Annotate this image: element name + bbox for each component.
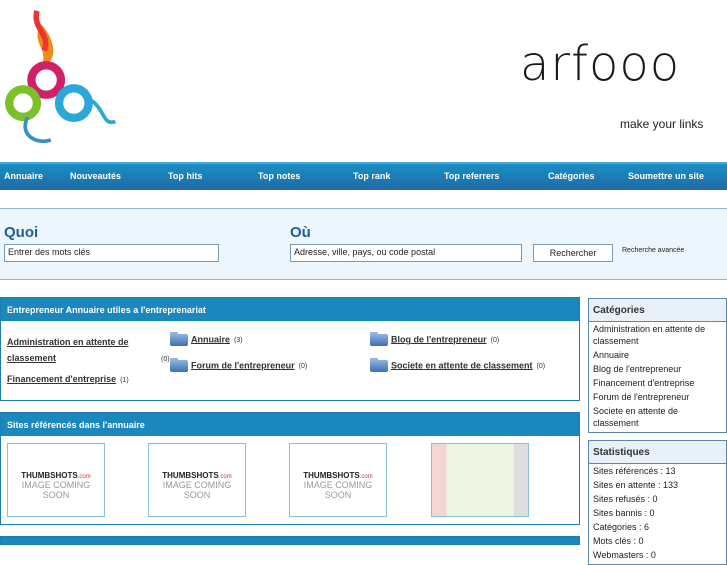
stat-item: Mots clés : 0 <box>593 536 644 546</box>
nav-top-hits[interactable]: Top hits <box>168 171 202 181</box>
nav-submit-site[interactable]: Soumettre un site <box>628 171 704 181</box>
sidebar-category-link[interactable]: Annuaire <box>589 348 726 362</box>
category-item: Financement d'entreprise (1) <box>7 374 129 384</box>
next-panel-header <box>0 536 580 545</box>
category-link[interactable]: Financement d'entreprise <box>7 374 116 384</box>
site-thumbnail[interactable]: THUMBSHOTS.com IMAGE COMING SOON <box>148 443 246 517</box>
nav-top-rank[interactable]: Top rank <box>353 171 390 181</box>
category-link[interactable]: Societe en attente de classement <box>391 360 533 370</box>
sites-panel-title: Sites référencés dans l'annuaire <box>1 413 579 436</box>
sidebar-category-link[interactable]: Financement d'entreprise <box>589 376 726 390</box>
folder-icon <box>170 332 188 346</box>
stat-item: Sites refusés : 0 <box>593 494 658 504</box>
category-link[interactable]: Administration en attente de classement <box>7 334 157 366</box>
category-item: Annuaire (3) <box>170 332 243 346</box>
location-input[interactable]: Adresse, ville, pays, ou code postal <box>290 244 522 262</box>
category-link[interactable]: Forum de l'entrepreneur <box>191 360 295 370</box>
category-link[interactable]: Blog de l'entrepreneur <box>391 334 487 344</box>
site-screenshot-thumbnail[interactable] <box>431 443 529 517</box>
brand-logo[interactable]: arfooo <box>520 40 680 88</box>
nav-top-notes[interactable]: Top notes <box>258 171 300 181</box>
categories-panel-title: Entrepreneur Annuaire utiles a l'entrepr… <box>1 298 579 321</box>
category-item: Forum de l'entrepreneur (0) <box>170 358 307 372</box>
statistics-title: Statistiques <box>589 441 726 464</box>
folder-icon <box>370 358 388 372</box>
nav-annuaire[interactable]: Annuaire <box>4 171 43 181</box>
sidebar-categories-title: Catégories <box>589 299 726 322</box>
keywords-placeholder: Entrer des mots clés <box>8 247 91 257</box>
sidebar-category-link[interactable]: Forum de l'entrepreneur <box>589 390 726 404</box>
ou-label: Où <box>290 224 311 241</box>
category-link[interactable]: Annuaire <box>191 334 230 344</box>
search-panel: Quoi Entrer des mots clés Où Adresse, vi… <box>0 208 727 280</box>
sidebar-statistics: Statistiques Sites référencés : 13 Sites… <box>588 440 727 565</box>
stat-item: Sites bannis : 0 <box>593 508 655 518</box>
category-item: Blog de l'entrepreneur (0) <box>370 332 499 346</box>
brand-tagline: make your links <box>620 117 704 131</box>
site-thumbnail[interactable]: THUMBSHOTS.com IMAGE COMING SOON <box>7 443 105 517</box>
stat-item: Sites référencés : 13 <box>593 466 676 476</box>
nav-top-referrers[interactable]: Top referrers <box>444 171 499 181</box>
folder-icon <box>370 332 388 346</box>
stat-item: Catégories : 6 <box>593 522 650 532</box>
keywords-input[interactable]: Entrer des mots clés <box>4 244 219 262</box>
site-thumbnail[interactable]: THUMBSHOTS.com IMAGE COMING SOON <box>289 443 387 517</box>
sidebar-categories: Catégories Administration en attente de … <box>588 298 727 433</box>
location-placeholder: Adresse, ville, pays, ou code postal <box>294 247 436 257</box>
sidebar-category-link[interactable]: Societe en attente de classement <box>589 404 726 430</box>
folder-icon <box>170 358 188 372</box>
search-button[interactable]: Rechercher <box>533 244 613 262</box>
category-item: Societe en attente de classement (0) <box>370 358 545 372</box>
main-nav: Annuaire Nouveautés Top hits Top notes T… <box>0 162 727 190</box>
categories-panel: Entrepreneur Annuaire utiles a l'entrepr… <box>0 297 580 401</box>
quoi-label: Quoi <box>4 224 39 241</box>
sidebar-category-link[interactable]: Administration en attente de classement <box>589 322 726 348</box>
stat-item: Sites en attente : 133 <box>593 480 679 490</box>
stat-item: Webmasters : 0 <box>593 550 656 560</box>
sidebar-category-link[interactable]: Blog de l'entrepreneur <box>589 362 726 376</box>
nav-nouveautes[interactable]: Nouveautés <box>70 171 121 181</box>
sidebar: Catégories Administration en attente de … <box>588 298 727 565</box>
advanced-search-link[interactable]: Recherche avancée <box>622 247 684 254</box>
nav-categories[interactable]: Catégories <box>548 171 595 181</box>
category-item: Administration en attente de classement(… <box>7 334 170 368</box>
sites-panel: Sites référencés dans l'annuaire THUMBSH… <box>0 412 580 525</box>
logo-image[interactable] <box>0 0 120 160</box>
